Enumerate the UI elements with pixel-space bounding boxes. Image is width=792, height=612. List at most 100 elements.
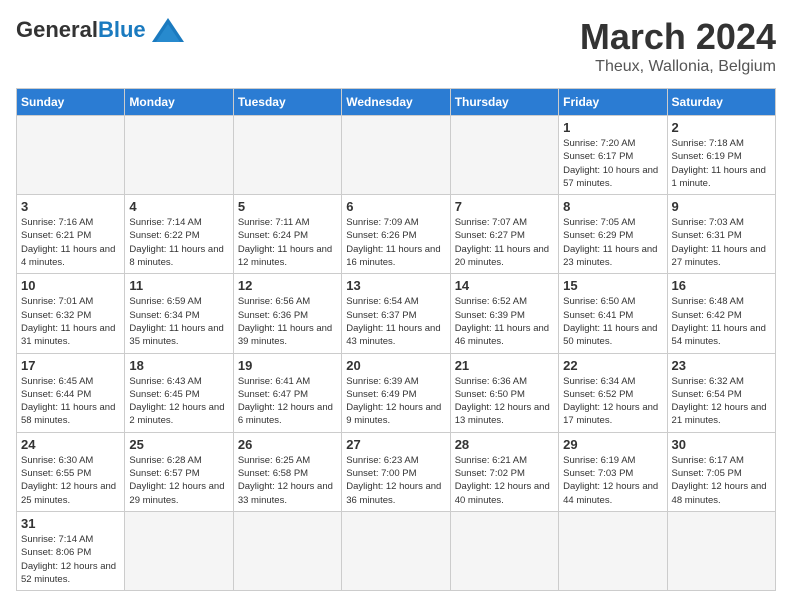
logo-general-text: General bbox=[16, 17, 98, 43]
logo: General Blue bbox=[16, 16, 186, 44]
day-number: 30 bbox=[672, 437, 771, 452]
day-number: 26 bbox=[238, 437, 337, 452]
calendar-cell: 24Sunrise: 6:30 AM Sunset: 6:55 PM Dayli… bbox=[17, 432, 125, 511]
day-number: 31 bbox=[21, 516, 120, 531]
day-number: 12 bbox=[238, 278, 337, 293]
calendar-cell: 11 Sunrise: 6:59 AM Sunset: 6:34 PM Dayli… bbox=[125, 274, 233, 353]
calendar-cell: 4Sunrise: 7:14 AM Sunset: 6:22 PM Daylig… bbox=[125, 195, 233, 274]
calendar-cell bbox=[17, 116, 125, 195]
day-info: Sunrise: 6:36 AM Sunset: 6:50 PM Dayligh… bbox=[455, 375, 554, 428]
day-number: 10 bbox=[21, 278, 120, 293]
calendar-cell: 9Sunrise: 7:03 AM Sunset: 6:31 PM Daylig… bbox=[667, 195, 775, 274]
calendar-week-row: 17 Sunrise: 6:45 AM Sunset: 6:44 PM Dayli… bbox=[17, 353, 776, 432]
day-number: 18 bbox=[129, 358, 228, 373]
calendar-cell bbox=[125, 116, 233, 195]
calendar-cell: 20Sunrise: 6:39 AM Sunset: 6:49 PM Dayli… bbox=[342, 353, 450, 432]
day-number: 17 bbox=[21, 358, 120, 373]
day-number: 5 bbox=[238, 199, 337, 214]
day-info: Sunrise: 6:59 AM Sunset: 6:34 PM Dayligh… bbox=[129, 295, 228, 348]
calendar-cell bbox=[233, 116, 341, 195]
location-subtitle: Theux, Wallonia, Belgium bbox=[580, 58, 776, 76]
calendar-cell bbox=[342, 511, 450, 590]
calendar-cell: 30 Sunrise: 6:17 AM Sunset: 7:05 PM Dayli… bbox=[667, 432, 775, 511]
calendar-cell: 7Sunrise: 7:07 AM Sunset: 6:27 PM Daylig… bbox=[450, 195, 558, 274]
day-info: Sunrise: 6:21 AM Sunset: 7:02 PM Dayligh… bbox=[455, 454, 554, 507]
day-number: 4 bbox=[129, 199, 228, 214]
calendar-cell: 21 Sunrise: 6:36 AM Sunset: 6:50 PM Dayli… bbox=[450, 353, 558, 432]
day-number: 11 bbox=[129, 278, 228, 293]
header: General Blue March 2024 Theux, Wallonia,… bbox=[16, 16, 776, 76]
day-info: Sunrise: 6:34 AM Sunset: 6:52 PM Dayligh… bbox=[563, 375, 662, 428]
day-number: 25 bbox=[129, 437, 228, 452]
day-info: Sunrise: 7:16 AM Sunset: 6:21 PM Dayligh… bbox=[21, 216, 120, 269]
calendar-week-row: 10 Sunrise: 7:01 AM Sunset: 6:32 PM Dayli… bbox=[17, 274, 776, 353]
day-info: Sunrise: 7:07 AM Sunset: 6:27 PM Dayligh… bbox=[455, 216, 554, 269]
day-number: 16 bbox=[672, 278, 771, 293]
calendar-cell bbox=[450, 116, 558, 195]
day-number: 14 bbox=[455, 278, 554, 293]
calendar-cell: 2Sunrise: 7:18 AM Sunset: 6:19 PM Daylig… bbox=[667, 116, 775, 195]
calendar-cell: 23 Sunrise: 6:32 AM Sunset: 6:54 PM Dayli… bbox=[667, 353, 775, 432]
day-info: Sunrise: 6:25 AM Sunset: 6:58 PM Dayligh… bbox=[238, 454, 337, 507]
calendar-cell: 13Sunrise: 6:54 AM Sunset: 6:37 PM Dayli… bbox=[342, 274, 450, 353]
day-number: 22 bbox=[563, 358, 662, 373]
calendar-week-row: 31 Sunrise: 7:14 AM Sunset: 8:06 PM Dayli… bbox=[17, 511, 776, 590]
logo-blue-text: Blue bbox=[98, 17, 146, 43]
weekday-header-tuesday: Tuesday bbox=[233, 89, 341, 116]
calendar-cell: 22 Sunrise: 6:34 AM Sunset: 6:52 PM Dayli… bbox=[559, 353, 667, 432]
day-info: Sunrise: 6:43 AM Sunset: 6:45 PM Dayligh… bbox=[129, 375, 228, 428]
day-info: Sunrise: 6:50 AM Sunset: 6:41 PM Dayligh… bbox=[563, 295, 662, 348]
day-number: 8 bbox=[563, 199, 662, 214]
calendar-week-row: 1Sunrise: 7:20 AM Sunset: 6:17 PM Daylig… bbox=[17, 116, 776, 195]
calendar-week-row: 24Sunrise: 6:30 AM Sunset: 6:55 PM Dayli… bbox=[17, 432, 776, 511]
calendar-cell: 3Sunrise: 7:16 AM Sunset: 6:21 PM Daylig… bbox=[17, 195, 125, 274]
calendar-week-row: 3Sunrise: 7:16 AM Sunset: 6:21 PM Daylig… bbox=[17, 195, 776, 274]
day-info: Sunrise: 6:32 AM Sunset: 6:54 PM Dayligh… bbox=[672, 375, 771, 428]
day-info: Sunrise: 6:45 AM Sunset: 6:44 PM Dayligh… bbox=[21, 375, 120, 428]
day-info: Sunrise: 6:17 AM Sunset: 7:05 PM Dayligh… bbox=[672, 454, 771, 507]
calendar-cell bbox=[667, 511, 775, 590]
day-info: Sunrise: 7:20 AM Sunset: 6:17 PM Dayligh… bbox=[563, 137, 662, 190]
day-number: 24 bbox=[21, 437, 120, 452]
calendar-cell: 17 Sunrise: 6:45 AM Sunset: 6:44 PM Dayli… bbox=[17, 353, 125, 432]
day-info: Sunrise: 6:23 AM Sunset: 7:00 PM Dayligh… bbox=[346, 454, 445, 507]
weekday-header-thursday: Thursday bbox=[450, 89, 558, 116]
day-number: 29 bbox=[563, 437, 662, 452]
calendar-cell bbox=[342, 116, 450, 195]
day-info: Sunrise: 6:39 AM Sunset: 6:49 PM Dayligh… bbox=[346, 375, 445, 428]
title-area: March 2024 Theux, Wallonia, Belgium bbox=[580, 16, 776, 76]
day-number: 15 bbox=[563, 278, 662, 293]
day-info: Sunrise: 7:11 AM Sunset: 6:24 PM Dayligh… bbox=[238, 216, 337, 269]
day-number: 23 bbox=[672, 358, 771, 373]
day-number: 2 bbox=[672, 120, 771, 135]
day-info: Sunrise: 6:56 AM Sunset: 6:36 PM Dayligh… bbox=[238, 295, 337, 348]
logo-icon bbox=[150, 16, 186, 44]
day-info: Sunrise: 7:05 AM Sunset: 6:29 PM Dayligh… bbox=[563, 216, 662, 269]
day-info: Sunrise: 7:09 AM Sunset: 6:26 PM Dayligh… bbox=[346, 216, 445, 269]
calendar-cell: 6Sunrise: 7:09 AM Sunset: 6:26 PM Daylig… bbox=[342, 195, 450, 274]
day-number: 28 bbox=[455, 437, 554, 452]
calendar-cell: 1Sunrise: 7:20 AM Sunset: 6:17 PM Daylig… bbox=[559, 116, 667, 195]
weekday-header-monday: Monday bbox=[125, 89, 233, 116]
day-number: 27 bbox=[346, 437, 445, 452]
calendar-cell: 28 Sunrise: 6:21 AM Sunset: 7:02 PM Dayli… bbox=[450, 432, 558, 511]
calendar-cell bbox=[233, 511, 341, 590]
logo-area: General Blue bbox=[16, 16, 186, 44]
day-info: Sunrise: 6:41 AM Sunset: 6:47 PM Dayligh… bbox=[238, 375, 337, 428]
day-info: Sunrise: 6:19 AM Sunset: 7:03 PM Dayligh… bbox=[563, 454, 662, 507]
calendar-cell bbox=[559, 511, 667, 590]
calendar-cell: 19 Sunrise: 6:41 AM Sunset: 6:47 PM Dayli… bbox=[233, 353, 341, 432]
day-info: Sunrise: 7:14 AM Sunset: 8:06 PM Dayligh… bbox=[21, 533, 120, 586]
calendar-cell: 16Sunrise: 6:48 AM Sunset: 6:42 PM Dayli… bbox=[667, 274, 775, 353]
day-info: Sunrise: 7:03 AM Sunset: 6:31 PM Dayligh… bbox=[672, 216, 771, 269]
calendar-cell: 18 Sunrise: 6:43 AM Sunset: 6:45 PM Dayli… bbox=[125, 353, 233, 432]
calendar-cell: 25 Sunrise: 6:28 AM Sunset: 6:57 PM Dayli… bbox=[125, 432, 233, 511]
day-number: 21 bbox=[455, 358, 554, 373]
day-info: Sunrise: 7:01 AM Sunset: 6:32 PM Dayligh… bbox=[21, 295, 120, 348]
weekday-header-row: SundayMondayTuesdayWednesdayThursdayFrid… bbox=[17, 89, 776, 116]
day-info: Sunrise: 6:28 AM Sunset: 6:57 PM Dayligh… bbox=[129, 454, 228, 507]
calendar-cell: 10 Sunrise: 7:01 AM Sunset: 6:32 PM Dayli… bbox=[17, 274, 125, 353]
calendar-cell: 12 Sunrise: 6:56 AM Sunset: 6:36 PM Dayli… bbox=[233, 274, 341, 353]
weekday-header-friday: Friday bbox=[559, 89, 667, 116]
day-number: 19 bbox=[238, 358, 337, 373]
